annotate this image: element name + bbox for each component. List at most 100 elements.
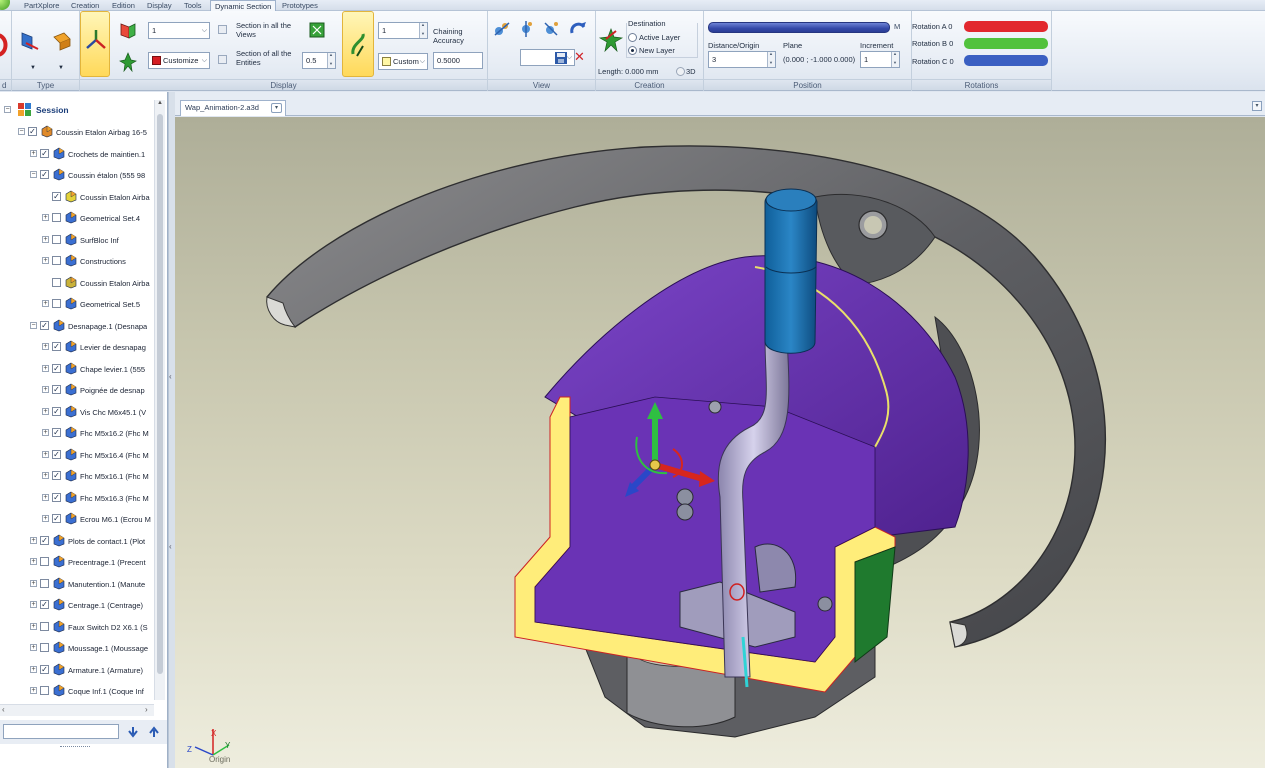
tree-item-checkbox[interactable]: ✓ (52, 428, 61, 437)
tree-expand-icon[interactable]: + (42, 214, 49, 221)
document-tab[interactable]: Wap_Animation-2.a3d ▾ (180, 100, 286, 116)
tree-item-checkbox[interactable]: ✓ (52, 363, 61, 373)
accuracy-input[interactable]: 0.5000 (433, 52, 483, 69)
tree-item-checkbox[interactable] (52, 299, 61, 308)
tree-item-checkbox[interactable] (40, 557, 49, 566)
document-menu-icon[interactable]: ▾ (1252, 101, 1262, 111)
create-section-icon[interactable] (598, 25, 624, 55)
tab-partxplore[interactable]: PartXplore (20, 0, 63, 11)
section-of-entities-checkbox[interactable] (218, 55, 227, 64)
tree-item-checkbox[interactable]: ✓ (40, 664, 49, 674)
tree-search-input[interactable] (3, 724, 119, 739)
distance-origin-input[interactable]: 3 (708, 51, 776, 68)
position-m-label[interactable]: M (894, 22, 900, 31)
tree-expand-icon[interactable]: + (30, 149, 37, 157)
close-tab-icon[interactable]: ▾ (271, 103, 282, 113)
tree-item-checkbox[interactable] (52, 234, 61, 244)
tree-item-checkbox[interactable] (52, 277, 61, 287)
thickness-input[interactable]: 0.5 (302, 52, 336, 69)
tree-collapse-icon[interactable]: − (30, 171, 37, 178)
tree-expand-icon[interactable]: + (30, 644, 37, 651)
tree-item-checkbox[interactable] (52, 256, 61, 265)
tree-expand-icon[interactable]: + (42, 386, 49, 393)
rotation-c-slider[interactable] (964, 55, 1048, 66)
tree-collapse-icon[interactable]: − (30, 321, 37, 329)
tab-tools[interactable]: Tools (180, 0, 206, 11)
new-layer-radio[interactable] (628, 46, 637, 55)
custom-select[interactable]: Custom ⌵ (378, 53, 428, 70)
tree-expand-icon[interactable]: + (42, 472, 49, 479)
tree-item-checkbox[interactable]: ✓ (52, 471, 61, 480)
tree-item-checkbox[interactable] (40, 686, 49, 695)
collapse-panel-icon-2[interactable]: ‹ (169, 542, 172, 551)
tree-item-checkbox[interactable] (40, 621, 49, 631)
type-dropdown-arrow-icon[interactable]: ▼ (30, 64, 36, 73)
mode-3d-toggle[interactable] (676, 67, 685, 76)
tree-item-checkbox[interactable]: ✓ (40, 535, 49, 545)
tree-expand-icon[interactable]: + (42, 343, 49, 350)
tree-collapse-icon[interactable]: − (18, 128, 25, 135)
tree-item-checkbox[interactable] (40, 643, 49, 652)
tree-expand-icon[interactable]: + (30, 622, 37, 630)
rotation-a-slider[interactable] (964, 21, 1048, 32)
section-fill-button[interactable] (118, 51, 138, 73)
chaining-mode-button[interactable] (342, 11, 374, 77)
view-reset-icon[interactable] (568, 19, 588, 39)
tree-item-checkbox[interactable]: ✓ (52, 514, 61, 523)
section-color-button[interactable] (118, 21, 138, 41)
chaining-count-input[interactable]: 1 (378, 22, 428, 39)
tree-expand-icon[interactable]: + (42, 300, 49, 307)
tree-item-checkbox[interactable]: ✓ (40, 170, 49, 179)
tree-expand-icon[interactable]: + (30, 579, 37, 587)
tree-expand-icon[interactable]: + (42, 257, 49, 264)
position-slider[interactable] (708, 22, 890, 33)
tree-expand-icon[interactable]: + (42, 493, 49, 501)
tree-item-checkbox[interactable]: ✓ (52, 342, 61, 351)
tree-expand-icon[interactable]: + (30, 601, 37, 608)
rotation-b-slider[interactable] (964, 38, 1048, 49)
tree-item-checkbox[interactable]: ✓ (52, 191, 61, 201)
tree-item-checkbox[interactable]: ✓ (28, 127, 37, 136)
active-layer-radio[interactable] (628, 33, 637, 42)
save-icon[interactable] (554, 51, 568, 65)
section-tool-icon[interactable] (0, 33, 10, 57)
tree-item-checkbox[interactable]: ✓ (40, 148, 49, 158)
tab-edition[interactable]: Edition (108, 0, 139, 11)
layer-select[interactable]: 1 ⌵ (148, 22, 210, 39)
search-next-icon[interactable] (128, 726, 138, 738)
axis-display-button[interactable] (80, 11, 110, 77)
tree-expand-icon[interactable]: + (42, 235, 49, 243)
tree-item-checkbox[interactable]: ✓ (52, 492, 61, 502)
search-previous-icon[interactable] (149, 726, 159, 738)
tree-expand-icon[interactable]: + (30, 536, 37, 544)
color-select[interactable]: Customize ⌵ (148, 52, 210, 69)
thickness-spin-icon[interactable] (327, 53, 335, 68)
scroll-left-icon[interactable]: ‹ (2, 705, 5, 714)
increment-input[interactable]: 1 (860, 51, 900, 68)
scroll-up-icon[interactable]: ▲ (156, 100, 164, 110)
panel-grip[interactable] (60, 746, 90, 749)
cad-model-render[interactable] (175, 117, 1265, 768)
tree-item-checkbox[interactable] (52, 213, 61, 222)
view-top-icon[interactable] (541, 19, 561, 39)
tree-expand-icon[interactable]: + (42, 364, 49, 372)
tree-vertical-scrollbar[interactable]: ▲ (154, 100, 165, 700)
collapse-panel-icon[interactable]: ‹ (169, 372, 172, 381)
tree-item-checkbox[interactable]: ✓ (52, 385, 61, 394)
tree-horizontal-scrollbar[interactable]: ‹ › (0, 704, 154, 716)
view-front-icon[interactable] (492, 19, 512, 39)
scroll-right-icon[interactable]: › (145, 705, 148, 714)
tree-item-checkbox[interactable]: ✓ (52, 406, 61, 416)
tree-expand-icon[interactable]: + (42, 515, 49, 522)
tree-expand-icon[interactable]: + (30, 558, 37, 565)
tree-collapse-icon[interactable]: − (4, 106, 11, 113)
type-dropdown-arrow-icon-2[interactable]: ▼ (58, 64, 64, 73)
thickness-button[interactable] (306, 19, 328, 41)
panel-splitter[interactable]: ‹ ‹ (168, 92, 175, 768)
tree-scroll-thumb[interactable] (157, 114, 163, 674)
box-section-button[interactable] (50, 29, 74, 53)
tree-expand-icon[interactable]: + (42, 429, 49, 436)
tree-expand-icon[interactable]: + (42, 407, 49, 415)
increment-spin-icon[interactable] (891, 52, 899, 67)
tree-expand-icon[interactable]: + (30, 665, 37, 673)
